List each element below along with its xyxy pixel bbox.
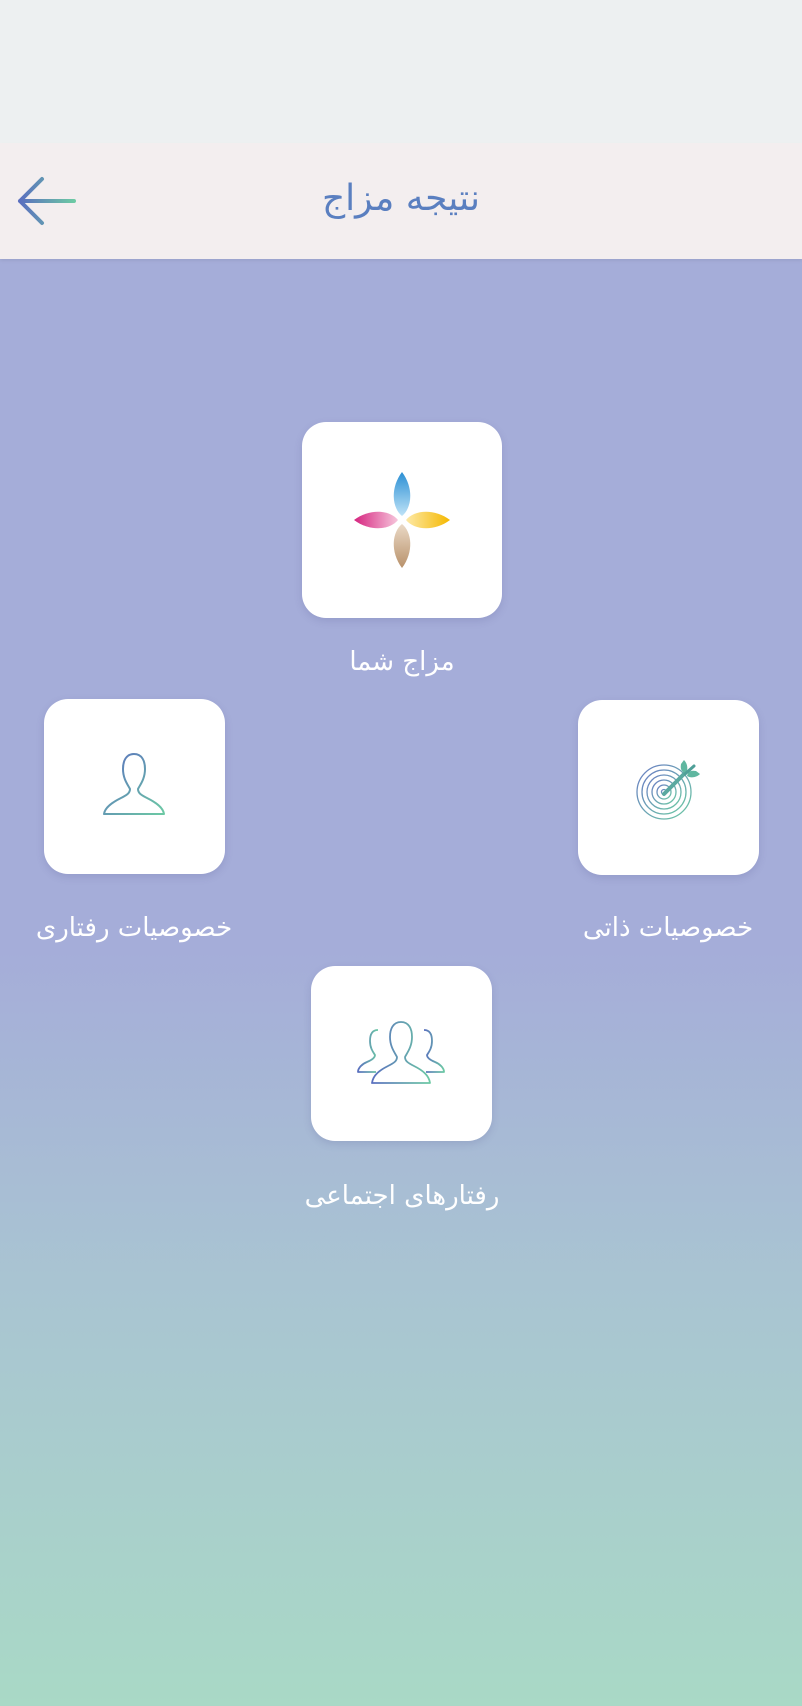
group-people-icon bbox=[357, 1021, 445, 1084]
your-temperament-label: مزاج شما bbox=[349, 647, 455, 677]
behavioral-characteristics-tile[interactable] bbox=[44, 699, 225, 874]
innate-characteristics-tile[interactable] bbox=[578, 700, 759, 875]
behavioral-characteristics-label: خصوصیات رفتاری bbox=[35, 913, 233, 943]
innate-characteristics-label: خصوصیات ذاتی bbox=[582, 913, 754, 943]
target-dart-icon bbox=[636, 760, 700, 820]
social-behaviors-label: رفتارهای اجتماعی bbox=[304, 1181, 500, 1211]
status-bar-area bbox=[0, 0, 802, 143]
person-icon bbox=[103, 753, 165, 815]
hamburger-menu-icon bbox=[713, 185, 786, 213]
app-header: نتیجه مزاج bbox=[0, 143, 802, 259]
menu-button[interactable] bbox=[710, 177, 788, 225]
page-title: نتیجه مزاج bbox=[321, 178, 481, 219]
four-petal-flower-icon bbox=[354, 472, 450, 568]
social-behaviors-tile[interactable] bbox=[311, 966, 492, 1141]
your-temperament-tile[interactable] bbox=[302, 422, 502, 618]
